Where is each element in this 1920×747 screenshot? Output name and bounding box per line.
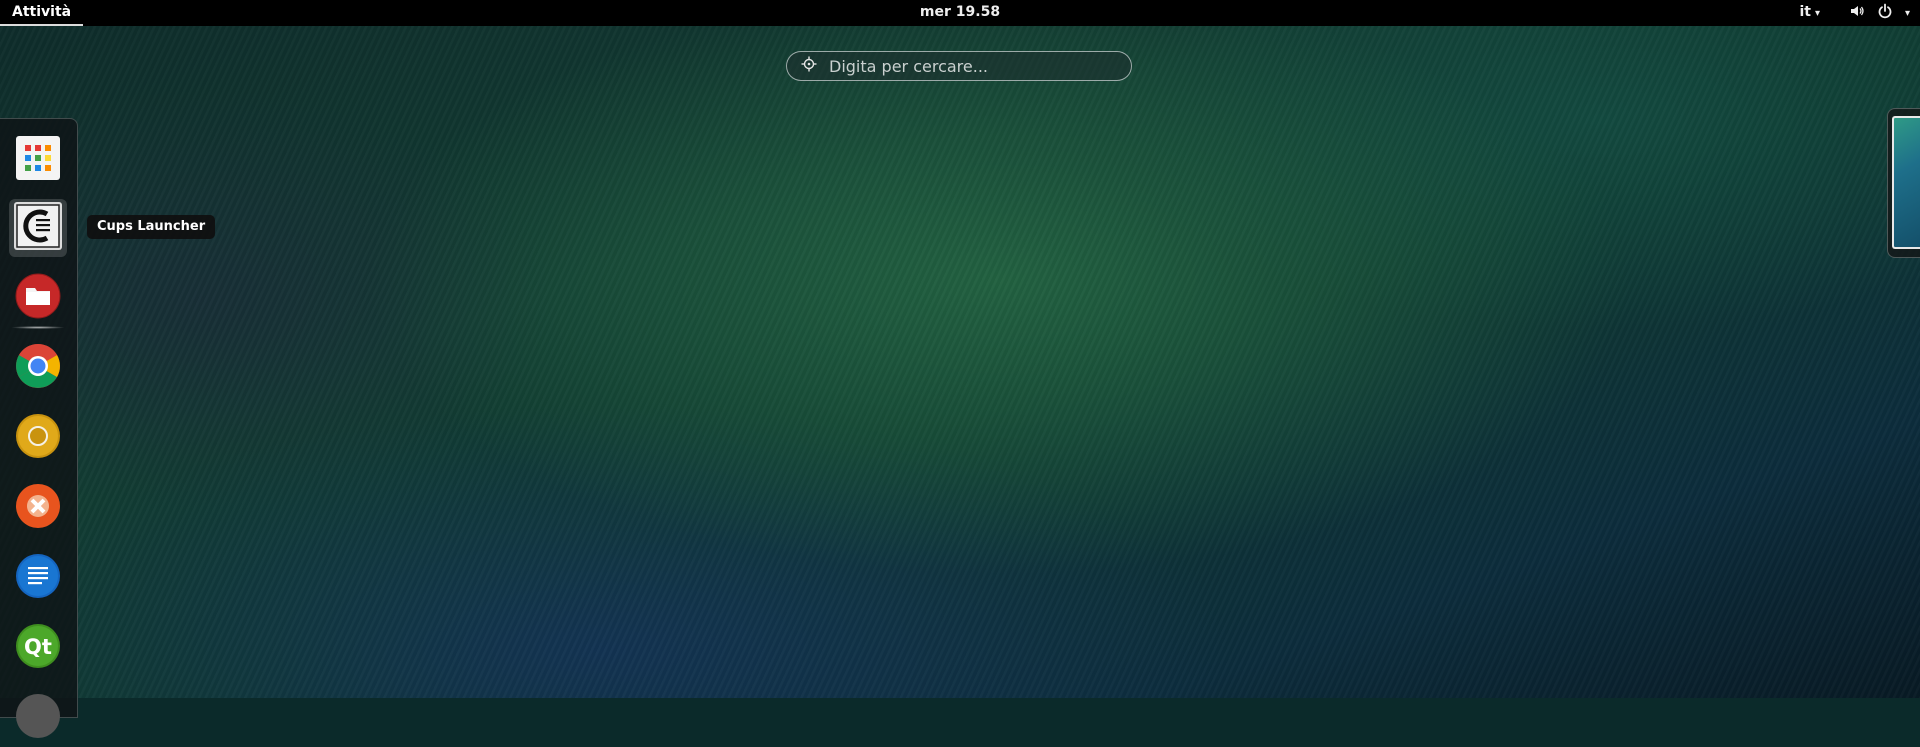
text-editor-icon: [15, 553, 61, 603]
chromium-icon: [15, 413, 61, 463]
power-icon: [1877, 3, 1893, 23]
search-field[interactable]: [786, 51, 1132, 81]
app-grid-icon: [15, 135, 61, 185]
clock-container: mer 19.58: [0, 0, 1920, 25]
language-menu-button[interactable]: it ▾: [1799, 0, 1820, 26]
dash: Qt: [0, 118, 78, 738]
cups-icon: [14, 202, 62, 254]
desktop-background: [0, 0, 1920, 698]
dash-item-cups-launcher[interactable]: [9, 199, 67, 257]
clock-button[interactable]: mer 19.58: [920, 4, 1000, 20]
files-icon: [15, 273, 61, 323]
workspace-switcher: [1887, 108, 1920, 258]
activities-button[interactable]: Attività: [0, 0, 84, 26]
crossover-icon: [15, 483, 61, 533]
top-bar: Attività mer 19.58 it ▾ ▾: [0, 0, 1920, 26]
qt-icon: Qt: [15, 623, 61, 673]
dash-item-google-chrome[interactable]: [9, 339, 67, 397]
chrome-icon: [15, 343, 61, 393]
system-menu-button[interactable]: ▾: [1849, 0, 1910, 26]
search-input[interactable]: [827, 55, 1111, 77]
language-label: it: [1799, 4, 1811, 20]
running-indicator: [11, 326, 65, 329]
dash-item-text-editor[interactable]: [9, 549, 67, 607]
svg-text:Qt: Qt: [24, 635, 52, 659]
dash-item-crossover[interactable]: [9, 479, 67, 537]
dash-item-qt-creator[interactable]: Qt: [9, 619, 67, 677]
dash-item-chromium[interactable]: [9, 409, 67, 467]
chevron-down-icon: ▾: [1814, 8, 1820, 19]
search-icon: [801, 56, 817, 76]
app-icon: [15, 693, 61, 743]
chevron-down-icon: ▾: [1904, 7, 1910, 19]
dash-tooltip: Cups Launcher: [87, 215, 216, 239]
workspace-thumbnail[interactable]: [1892, 116, 1920, 249]
dash-item-files[interactable]: [9, 269, 67, 329]
dash-item-applications[interactable]: [9, 131, 67, 189]
volume-icon: [1849, 3, 1865, 23]
